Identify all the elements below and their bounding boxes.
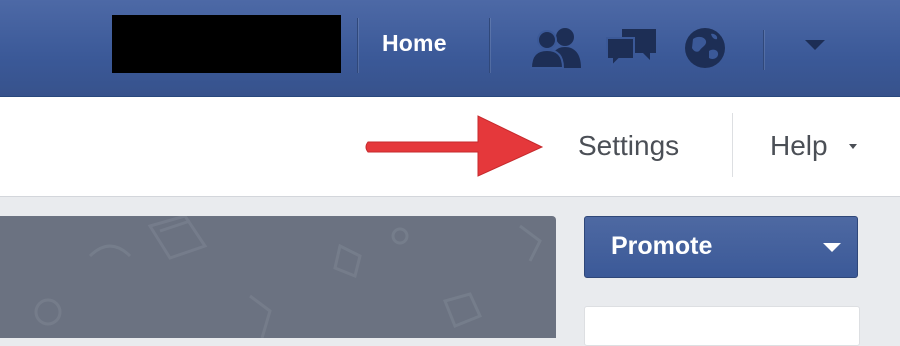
settings-link[interactable]: Settings [578,130,679,162]
nav-divider [357,18,358,73]
promote-button[interactable]: Promote [584,216,858,278]
friend-requests-icon[interactable] [528,26,584,70]
promote-dropdown-caret-icon[interactable] [823,243,841,252]
notifications-globe-icon[interactable] [682,25,728,71]
help-link[interactable]: Help [770,130,828,162]
red-arrow-annotation [365,115,544,177]
nav-divider [763,30,764,70]
subheader-divider [732,113,733,177]
cover-pattern [34,216,542,338]
promote-button-label: Promote [611,232,713,260]
sidebar-card [584,306,860,346]
home-link[interactable]: Home [382,30,447,57]
redacted-name-block [112,15,341,73]
cover-photo [0,216,556,338]
messages-icon[interactable] [604,26,660,70]
top-navigation-bar: Home [0,0,900,97]
nav-divider [489,18,490,73]
account-menu-caret-icon[interactable] [805,40,825,50]
help-caret-icon[interactable] [849,144,857,149]
